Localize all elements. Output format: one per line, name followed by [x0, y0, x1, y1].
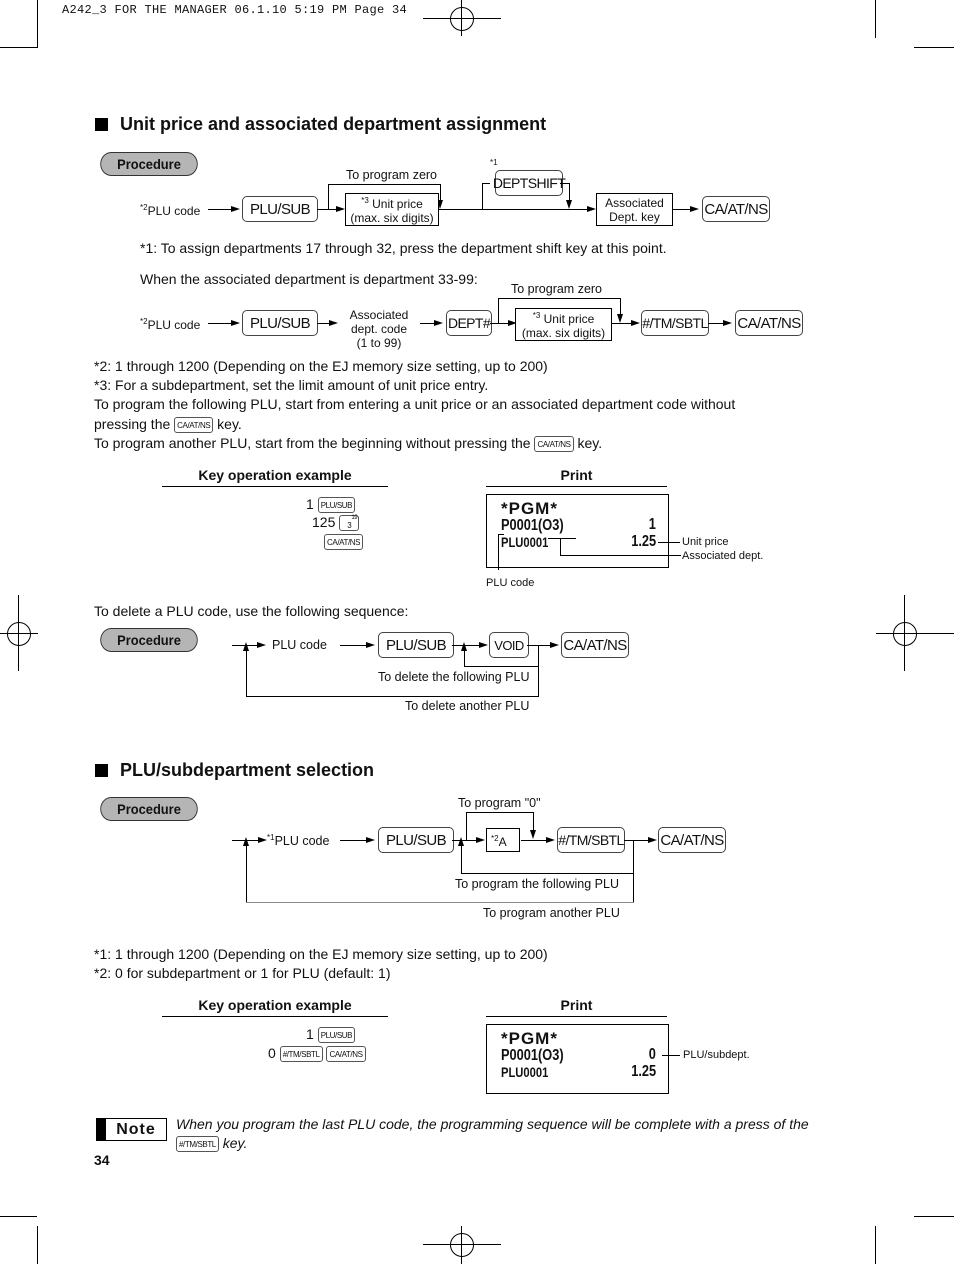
bullet-square-icon [95, 764, 108, 777]
print-header: Print [486, 467, 667, 487]
receipt-line2-left: PLU0001 [501, 534, 549, 550]
plu-sub-key[interactable]: PLU/SUB [378, 632, 454, 658]
ca-at-ns-inline-key: CA/AT/NS [174, 417, 214, 434]
note-another-plu: To program another PLU, start from the b… [94, 435, 603, 453]
note-following-plu: To program the following PLU, start from… [94, 396, 736, 412]
receipt-line1-left: P0001(O3) [501, 517, 564, 534]
procedure-badge: Procedure [100, 152, 198, 176]
receipt-print-1: *PGM* P0001(O3) 1 PLU0001 1.25 [486, 494, 669, 568]
callout-plu-code: PLU code [486, 577, 535, 589]
procedure-badge: Procedure [100, 797, 198, 821]
dept3-mini-key: 3 19 [339, 515, 360, 532]
ca-at-ns-mini-key: CA/AT/NS [326, 1046, 366, 1063]
ca-at-ns-key[interactable]: CA/AT/NS [702, 196, 770, 222]
footnote-deptshift: *1: To assign departments 17 through 32,… [140, 240, 667, 256]
receipt-line1-left: P0001(O3) [501, 1047, 564, 1064]
section-title-unit-price: Unit price and associated department ass… [95, 114, 546, 135]
note-text: When you program the last PLU code, the … [176, 1116, 809, 1153]
void-key[interactable]: VOID [489, 632, 529, 658]
ca-at-ns-key[interactable]: CA/AT/NS [735, 310, 803, 336]
receipt-title: *PGM* [501, 499, 558, 518]
deptshift-key[interactable]: DEPTSHIFT [493, 170, 566, 196]
receipt-line2-right: 1.25 [631, 1063, 656, 1080]
ca-at-ns-inline-key: CA/AT/NS [534, 436, 574, 453]
loop-delete-following: To delete the following PLU [378, 670, 530, 684]
section-title-text: Unit price and associated department ass… [120, 114, 547, 134]
unit-price-box: *3 Unit price (max. six digits) [345, 193, 439, 226]
loop-program-following: To program the following PLU [455, 877, 619, 891]
crop-mark [0, 1216, 37, 1217]
page-number: 34 [94, 1152, 110, 1168]
crop-mark [37, 0, 38, 48]
plu-code-label: *2PLU code [140, 203, 201, 218]
loop-program-another: To program another PLU [483, 906, 620, 920]
plu-code-label: *2PLU code [140, 317, 201, 332]
receipt-line2-left: PLU0001 [501, 1064, 549, 1080]
plu-code-label: PLU code [272, 638, 327, 652]
key-op-row: 1 PLU/SUB [306, 1026, 356, 1044]
tm-sbtl-inline-key: #/TM/SBTL [176, 1136, 219, 1153]
section-title-plu-subdept: PLU/subdepartment selection [95, 760, 374, 781]
to-program-zero-label: To program zero [346, 168, 438, 182]
bullet-square-icon [95, 118, 108, 131]
crop-mark [875, 1226, 876, 1264]
receipt-print-2: *PGM* P0001(O3) 0 PLU0001 1.25 [486, 1024, 669, 1094]
key-op-row: 0 #/TM/SBTL CA/AT/NS [268, 1045, 366, 1063]
tm-sbtl-key[interactable]: #/TM/SBTL [641, 310, 709, 336]
associated-dept-key-box: Associated Dept. key [596, 193, 673, 226]
footnote-plu-range: *2: 1 through 1200 (Depending on the EJ … [94, 358, 548, 374]
dept-33-99-intro: When the associated department is depart… [140, 271, 478, 287]
crop-mark [914, 1216, 954, 1217]
print-slug: A242_3 FOR THE MANAGER 06.1.10 5:19 PM P… [62, 3, 408, 17]
crop-mark [875, 0, 876, 38]
crop-mark [37, 1226, 38, 1264]
tm-sbtl-mini-key: #/TM/SBTL [279, 1046, 323, 1063]
a-value-box: *2A [486, 828, 520, 852]
print-header: Print [486, 997, 667, 1017]
receipt-line2-right: 1.25 [631, 533, 656, 550]
plu-code-label: *1PLU code [267, 833, 330, 849]
key-operation-example-header: Key operation example [162, 467, 388, 487]
footnote-subdept-limit: *3: For a subdepartment, set the limit a… [94, 377, 489, 393]
ca-at-ns-key[interactable]: CA/AT/NS [658, 827, 726, 853]
plu-sub-key[interactable]: PLU/SUB [242, 196, 318, 222]
footnote-a-value: *2: 0 for subdepartment or 1 for PLU (de… [94, 965, 391, 981]
crop-mark [0, 47, 37, 48]
deptshift-footnote-mark: *1 [490, 158, 498, 167]
callout-unit-price: Unit price [682, 536, 729, 548]
plu-sub-key[interactable]: PLU/SUB [378, 827, 454, 853]
to-program-zero-label: To program zero [511, 282, 603, 296]
ca-at-ns-mini-key: CA/AT/NS [324, 534, 364, 551]
loop-delete-another: To delete another PLU [405, 699, 530, 713]
tm-sbtl-key[interactable]: #/TM/SBTL [557, 827, 625, 853]
plu-sub-mini-key: PLU/SUB [317, 497, 356, 514]
key-op-row: 125 3 19 [312, 514, 360, 532]
unit-price-box: *3 Unit price (max. six digits) [515, 308, 612, 341]
callout-plu-subdept: PLU/subdept. [683, 1049, 750, 1061]
receipt-line1-right: 1 [648, 516, 656, 533]
ca-at-ns-key[interactable]: CA/AT/NS [561, 632, 629, 658]
key-operation-example-header: Key operation example [162, 997, 388, 1017]
section-title-text: PLU/subdepartment selection [120, 760, 375, 780]
callout-associated-dept: Associated dept. [682, 550, 764, 562]
to-program-0-label: To program "0" [458, 796, 541, 810]
receipt-title: *PGM* [501, 1029, 558, 1048]
key-op-row: 1 PLU/SUB [306, 496, 356, 514]
delete-intro: To delete a PLU code, use the following … [94, 603, 409, 619]
crop-mark [914, 47, 954, 48]
note-following-plu-cont: pressing the CA/AT/NS key. [94, 416, 242, 434]
plu-sub-mini-key: PLU/SUB [317, 1027, 356, 1044]
key-op-row: CA/AT/NS [324, 533, 364, 551]
note-badge: Note [96, 1118, 167, 1141]
associated-dept-code-label: Associated dept. code (1 to 99) [340, 308, 418, 350]
plu-sub-key[interactable]: PLU/SUB [242, 310, 318, 336]
dept-key[interactable]: DEPT# [446, 310, 492, 336]
footnote-plu-range: *1: 1 through 1200 (Depending on the EJ … [94, 946, 548, 962]
receipt-line1-right: 0 [648, 1046, 656, 1063]
procedure-badge: Procedure [100, 628, 198, 652]
